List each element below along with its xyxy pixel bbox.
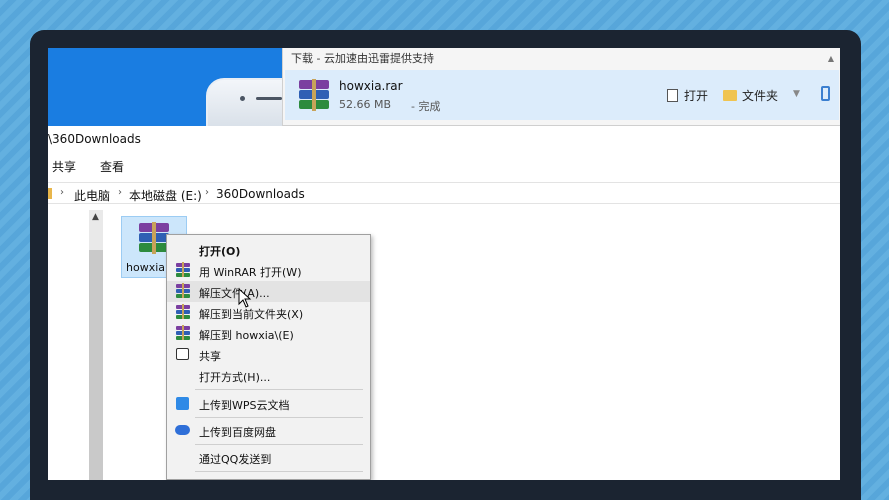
open-folder-button[interactable]: 文件夹: [723, 87, 778, 104]
menu-separator: [195, 389, 363, 390]
menu-item-label: 用 WinRAR 打开(W): [199, 266, 302, 279]
winrar-icon: [176, 304, 190, 319]
menu-item-upload-wps[interactable]: 上传到WPS云文档: [167, 393, 370, 414]
winrar-icon: [176, 262, 190, 277]
menu-item-open[interactable]: 打开(O): [167, 239, 370, 260]
share-icon: [176, 348, 189, 360]
menu-item-label: 打开(O): [199, 245, 241, 258]
folder-icon: [723, 90, 737, 101]
menu-item-label: 共享: [199, 350, 221, 363]
menu-item-label: 打开方式(H)...: [199, 371, 271, 384]
menu-item-label: 解压到 howxia\(E): [199, 329, 294, 342]
download-panel-title: 下载 - 云加速由迅雷提供支持: [291, 52, 434, 65]
download-item[interactable]: howxia.rar 52.66 MB - 完成 打开 文件夹 ▼: [285, 70, 839, 120]
screen: \360Downloads 共享 查看 › 此电脑 › 本地磁盘 (E:) › …: [48, 48, 840, 480]
phone-illustration: [206, 78, 288, 126]
download-status: - 完成: [411, 100, 441, 113]
chevron-right-icon: ›: [118, 187, 122, 198]
phone-camera-dot: [240, 96, 245, 101]
menu-item-share[interactable]: 共享: [167, 344, 370, 365]
menu-item-extract-to-folder[interactable]: 解压到 howxia\(E): [167, 323, 370, 344]
breadcrumb-this-pc[interactable]: 此电脑: [74, 187, 110, 204]
chevron-right-icon: ›: [205, 187, 209, 198]
tab-share[interactable]: 共享: [52, 158, 76, 175]
winrar-icon: [176, 283, 190, 298]
scrollbar-thumb[interactable]: [89, 250, 103, 480]
window-path-title: \360Downloads: [48, 132, 141, 146]
breadcrumb-360downloads[interactable]: 360Downloads: [216, 187, 305, 201]
chevron-right-icon: ›: [60, 187, 64, 198]
mouse-cursor-icon: [238, 288, 252, 308]
wps-cloud-icon: [176, 397, 189, 410]
folder-icon: [48, 188, 52, 199]
document-icon: [667, 89, 678, 102]
winrar-archive-icon: [139, 222, 169, 254]
winrar-archive-icon: [299, 79, 329, 111]
scroll-up-icon[interactable]: ▲: [92, 212, 99, 222]
address-bar[interactable]: › 此电脑 › 本地磁盘 (E:) › 360Downloads: [48, 182, 840, 204]
menu-item-label: 上传到百度网盘: [199, 426, 276, 439]
menu-separator: [195, 471, 363, 472]
menu-item-open-with[interactable]: 打开方式(H)...: [167, 365, 370, 386]
open-file-label: 打开: [684, 89, 709, 103]
menu-item-label: 解压文件(A)...: [199, 287, 270, 300]
menu-item-label: 通过QQ发送到: [199, 453, 272, 466]
tab-view[interactable]: 查看: [100, 158, 124, 175]
menu-item-open-with-winrar[interactable]: 用 WinRAR 打开(W): [167, 260, 370, 281]
menu-item-label: 解压到当前文件夹(X): [199, 308, 304, 321]
context-menu: 打开(O) 用 WinRAR 打开(W) 解压文件(A)... 解压到当前文件夹…: [166, 234, 371, 480]
download-panel: 下载 - 云加速由迅雷提供支持 ▲ howxia.rar 52.66 MB - …: [282, 48, 840, 126]
download-file-name: howxia.rar: [339, 79, 403, 93]
menu-separator: [195, 417, 363, 418]
vertical-scrollbar[interactable]: ▲: [89, 210, 103, 480]
menu-item-upload-baidu[interactable]: 上传到百度网盘: [167, 420, 370, 441]
chevron-up-icon[interactable]: ▲: [828, 54, 834, 63]
breadcrumb-local-disk[interactable]: 本地磁盘 (E:): [129, 187, 202, 204]
open-folder-label: 文件夹: [742, 89, 779, 103]
mobile-phone-icon[interactable]: [821, 86, 830, 101]
dropdown-caret-icon[interactable]: ▼: [793, 89, 800, 99]
blue-banner: [48, 48, 288, 126]
menu-item-send-via-qq[interactable]: 通过QQ发送到: [167, 447, 370, 468]
menu-item-extract-files[interactable]: 解压文件(A)...: [167, 281, 370, 302]
menu-item-label: 上传到WPS云文档: [199, 399, 290, 412]
baidu-netdisk-icon: [175, 425, 190, 435]
menu-separator: [195, 444, 363, 445]
download-file-size: 52.66 MB: [339, 98, 392, 111]
winrar-icon: [176, 325, 190, 340]
menu-item-extract-here[interactable]: 解压到当前文件夹(X): [167, 302, 370, 323]
open-file-button[interactable]: 打开: [667, 87, 708, 104]
phone-speaker-bar: [256, 97, 282, 100]
